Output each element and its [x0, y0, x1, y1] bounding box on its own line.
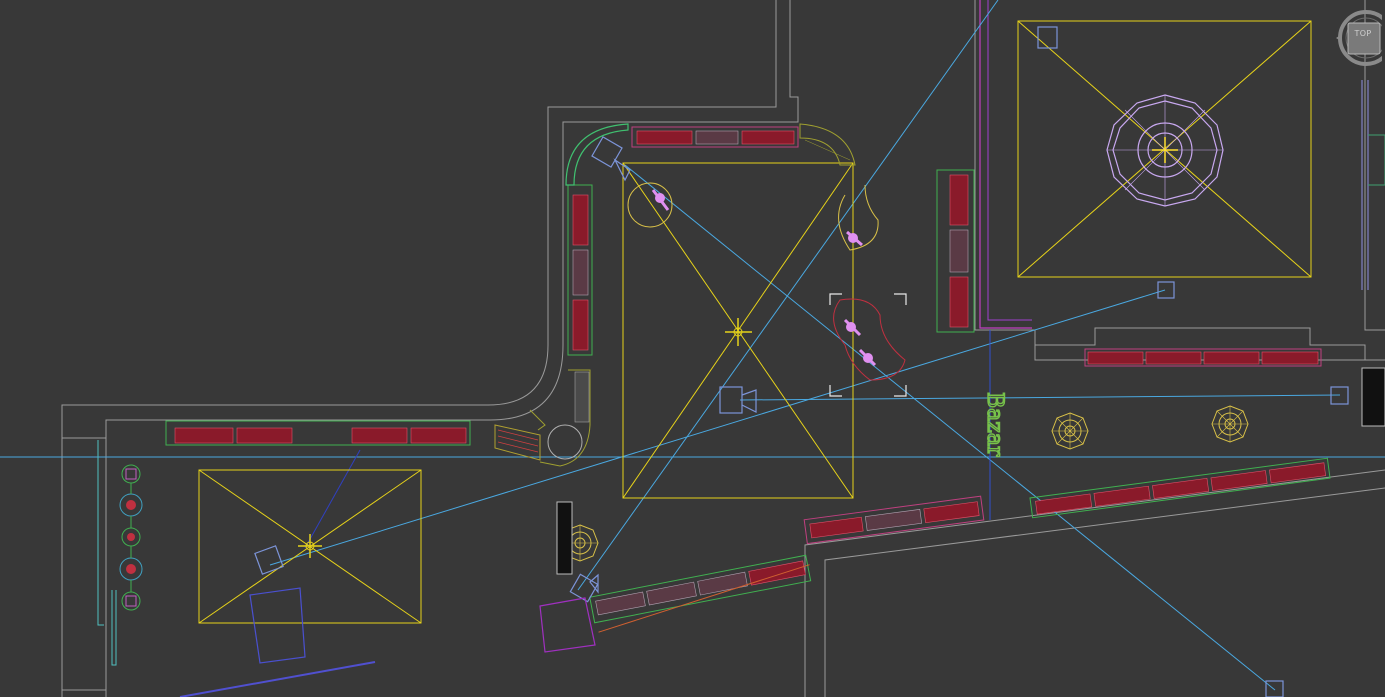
shelf-diagonal-right: [1029, 457, 1331, 519]
viewport-top[interactable]: Bazar TOP: [0, 0, 1385, 697]
shelf-right-horizontal: [1084, 348, 1322, 367]
shelf-diagonal-center: [803, 495, 985, 545]
selection-brackets: [829, 293, 907, 397]
wall-ornaments: [97, 440, 143, 666]
plane-gizmo-center: [622, 162, 854, 499]
shelf-top: [631, 126, 799, 148]
shelf-left-horizontal: [165, 420, 471, 446]
chandelier-icon: [1106, 94, 1224, 207]
shelf-left-vertical: [567, 184, 593, 356]
viewcube-top-face[interactable]: TOP: [1349, 29, 1377, 38]
plan-drawing[interactable]: Bazar: [0, 0, 1385, 697]
shelf-diagonal-bottom: [589, 554, 812, 633]
corner-counters: [494, 123, 856, 467]
spotlight-icons: [627, 182, 906, 381]
ornament-icon: [561, 405, 1249, 562]
wall-panels: [979, 0, 1385, 329]
plane-gizmo-left: [198, 469, 422, 624]
sign-label: Bazar: [982, 392, 1007, 457]
viewcube[interactable]: TOP: [1336, 4, 1382, 70]
shelf-middle-vertical: [936, 169, 975, 333]
